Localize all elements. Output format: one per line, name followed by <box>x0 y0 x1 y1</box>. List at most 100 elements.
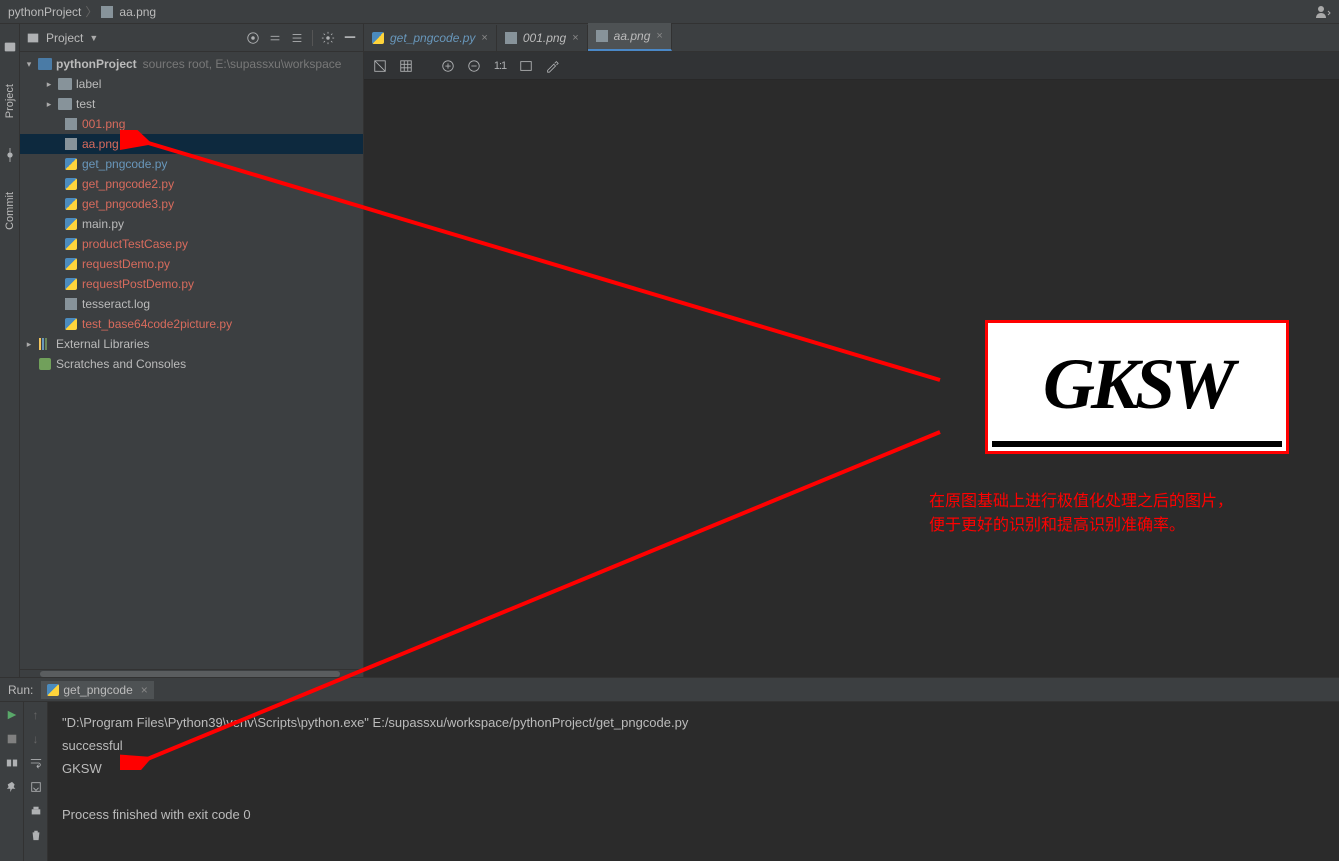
run-panel-label: Run: <box>8 683 33 697</box>
console-line: Process finished with exit code 0 <box>62 807 251 822</box>
down-icon[interactable]: ↓ <box>29 732 43 746</box>
tree-file-producttestcase[interactable]: productTestCase.py <box>20 234 363 254</box>
up-icon[interactable]: ↑ <box>29 708 43 722</box>
breadcrumb-bar: pythonProject 〉 aa.png <box>0 0 1339 24</box>
tree-label: test_base64code2picture.py <box>82 317 232 331</box>
breadcrumb-sep: 〉 <box>85 3 97 20</box>
tree-file-getpngcode2[interactable]: get_pngcode2.py <box>20 174 363 194</box>
tree-label: 001.png <box>82 117 125 131</box>
python-file-icon <box>372 32 384 44</box>
python-file-icon <box>65 318 77 330</box>
image-file-icon <box>101 6 113 18</box>
python-file-icon <box>65 258 77 270</box>
commit-tool-icon[interactable] <box>3 148 17 162</box>
project-panel-header: Project ▼ <box>20 24 363 52</box>
tree-label: get_pngcode2.py <box>82 177 174 191</box>
tree-external-libs[interactable]: ▸ External Libraries <box>20 334 363 354</box>
run-config-tab[interactable]: get_pngcode × <box>41 681 153 699</box>
project-panel-title[interactable]: Project <box>46 31 83 45</box>
settings-icon[interactable] <box>321 31 335 45</box>
run-panel-header: Run: get_pngcode × <box>0 678 1339 702</box>
editor-tabs: get_pngcode.py × 001.png × aa.png × <box>364 24 1339 52</box>
console-output[interactable]: "D:\Program Files\Python39\venv\Scripts\… <box>48 702 1339 861</box>
image-canvas[interactable]: GKSW 在原图基础上进行极值化处理之后的图片， 便于更好的识别和提高识别准确率… <box>364 80 1339 677</box>
hide-panel-icon[interactable] <box>343 31 357 45</box>
zoom-actual-label[interactable]: 1:1 <box>492 58 508 74</box>
tab-label: get_pngcode.py <box>390 31 475 45</box>
tree-file-getpngcode[interactable]: get_pngcode.py <box>20 154 363 174</box>
rerun-icon[interactable] <box>5 708 19 722</box>
tab-getpngcode[interactable]: get_pngcode.py × <box>364 25 497 51</box>
tree-file-requestpostdemo[interactable]: requestPostDemo.py <box>20 274 363 294</box>
tab-aapng[interactable]: aa.png × <box>588 23 672 51</box>
image-viewer-toolbar: 1:1 <box>364 52 1339 80</box>
expand-icon[interactable]: ▸ <box>44 79 54 90</box>
annotation-line2: 便于更好的识别和提高识别准确率。 <box>929 514 1289 538</box>
tree-label: Scratches and Consoles <box>56 357 186 371</box>
image-file-icon <box>596 30 608 42</box>
python-file-icon <box>65 198 77 210</box>
tree-scratches[interactable]: Scratches and Consoles <box>20 354 363 374</box>
expand-icon[interactable]: ▸ <box>44 99 54 110</box>
project-tool-icon[interactable] <box>3 40 17 54</box>
tree-file-requestdemo[interactable]: requestDemo.py <box>20 254 363 274</box>
expand-icon[interactable]: ▸ <box>24 339 34 350</box>
tree-label: productTestCase.py <box>82 237 188 251</box>
tree-label: get_pngcode3.py <box>82 197 174 211</box>
console-line: successful <box>62 738 123 753</box>
tree-file-tesseractlog[interactable]: tesseract.log <box>20 294 363 314</box>
expand-all-icon[interactable] <box>268 31 282 45</box>
close-icon[interactable]: × <box>481 32 487 44</box>
tree-folder-test[interactable]: ▸ test <box>20 94 363 114</box>
close-icon[interactable]: × <box>141 683 148 697</box>
run-config-name: get_pngcode <box>63 683 132 697</box>
tab-001png[interactable]: 001.png × <box>497 25 588 51</box>
pin-icon[interactable] <box>5 780 19 794</box>
horizontal-scrollbar[interactable] <box>20 669 363 677</box>
transparency-icon[interactable] <box>372 58 388 74</box>
select-opened-icon[interactable] <box>246 31 260 45</box>
scroll-end-icon[interactable] <box>29 780 43 794</box>
user-menu-icon[interactable] <box>1315 4 1331 20</box>
image-file-icon <box>65 138 77 150</box>
tree-label: aa.png <box>82 137 119 151</box>
tree-label: External Libraries <box>56 337 149 351</box>
project-tree[interactable]: ▾ pythonProject sources root, E:\supassx… <box>20 52 363 677</box>
dropdown-icon[interactable]: ▼ <box>89 33 98 43</box>
tree-file-testbase64[interactable]: test_base64code2picture.py <box>20 314 363 334</box>
breadcrumb-file[interactable]: aa.png <box>119 5 156 19</box>
fit-window-icon[interactable] <box>518 58 534 74</box>
run-actions-secondary: ↑ ↓ <box>24 702 48 861</box>
print-icon[interactable] <box>29 804 43 818</box>
zoom-out-icon[interactable] <box>466 58 482 74</box>
tree-file-getpngcode3[interactable]: get_pngcode3.py <box>20 194 363 214</box>
folder-icon <box>58 78 72 90</box>
project-tool-label[interactable]: Project <box>4 84 16 118</box>
trash-icon[interactable] <box>29 828 43 842</box>
tree-root[interactable]: ▾ pythonProject sources root, E:\supassx… <box>20 54 363 74</box>
tree-label: pythonProject <box>56 57 137 71</box>
python-file-icon <box>47 684 59 696</box>
close-icon[interactable]: × <box>572 32 578 44</box>
captcha-preview-box: GKSW <box>985 320 1289 454</box>
grid-icon[interactable] <box>398 58 414 74</box>
breadcrumb-project[interactable]: pythonProject <box>8 5 81 19</box>
tree-label: label <box>76 77 101 91</box>
soft-wrap-icon[interactable] <box>29 756 43 770</box>
run-panel: Run: get_pngcode × ↑ ↓ "D:\Program Files… <box>0 677 1339 861</box>
tree-file-001png[interactable]: 001.png <box>20 114 363 134</box>
color-picker-icon[interactable] <box>544 58 560 74</box>
project-view-icon[interactable] <box>26 31 40 45</box>
commit-tool-label[interactable]: Commit <box>4 192 16 230</box>
tree-label: test <box>76 97 95 111</box>
tree-folder-label[interactable]: ▸ label <box>20 74 363 94</box>
expand-icon[interactable]: ▾ <box>24 59 34 70</box>
zoom-in-icon[interactable] <box>440 58 456 74</box>
tree-file-main[interactable]: main.py <box>20 214 363 234</box>
close-icon[interactable]: × <box>656 30 662 42</box>
layout-icon[interactable] <box>5 756 19 770</box>
collapse-all-icon[interactable] <box>290 31 304 45</box>
stop-icon[interactable] <box>5 732 19 746</box>
scratches-icon <box>39 358 51 370</box>
tree-file-aapng[interactable]: aa.png <box>20 134 363 154</box>
